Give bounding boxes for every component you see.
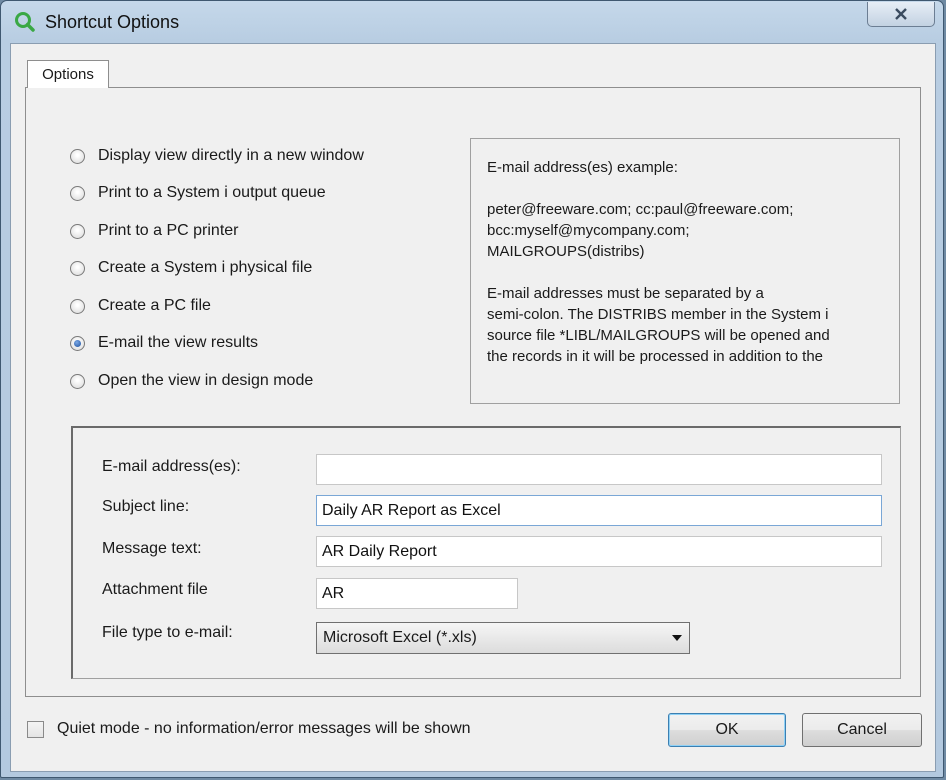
tab-options[interactable]: Options (27, 60, 109, 88)
title-bar[interactable]: Shortcut Options (1, 1, 943, 43)
search-icon (15, 12, 35, 32)
attachment-label: Attachment file (102, 581, 208, 598)
option-create-physical-file[interactable]: Create a System i physical file (70, 257, 312, 279)
help-heading: E-mail address(es) example: (487, 159, 678, 176)
option-email-results[interactable]: E-mail the view results (70, 332, 258, 354)
option-design-mode[interactable]: Open the view in design mode (70, 370, 313, 392)
email-address-label: E-mail address(es): (102, 458, 241, 475)
close-button[interactable] (867, 2, 935, 27)
email-help-box: E-mail address(es) example: peter@freewa… (470, 138, 900, 404)
subject-input[interactable] (316, 495, 882, 526)
radio-button[interactable] (70, 223, 85, 239)
cancel-button[interactable]: Cancel (802, 713, 922, 747)
message-label: Message text: (102, 540, 202, 557)
option-label: Create a PC file (98, 297, 211, 314)
email-settings-group: E-mail address(es): Subject line: Messag… (71, 426, 901, 679)
option-label: Create a System i physical file (98, 259, 313, 276)
radio-button-selected[interactable] (70, 335, 85, 351)
ok-button[interactable]: OK (668, 713, 786, 747)
dialog-client: Options Display view directly in a new w… (10, 43, 936, 772)
option-label: Print to a System i output queue (98, 184, 326, 201)
file-type-label: File type to e-mail: (102, 624, 233, 641)
radio-button[interactable] (70, 148, 85, 164)
option-display-view[interactable]: Display view directly in a new window (70, 145, 364, 167)
radio-button[interactable] (70, 185, 85, 201)
option-label: Open the view in design mode (98, 372, 314, 389)
chevron-down-icon[interactable] (672, 635, 682, 641)
quiet-mode-label: Quiet mode - no information/error messag… (57, 720, 471, 737)
quiet-mode-option[interactable]: Quiet mode - no information/error messag… (27, 720, 471, 738)
options-panel: Display view directly in a new window Pr… (25, 87, 921, 697)
option-print-pc-printer[interactable]: Print to a PC printer (70, 220, 239, 242)
option-label: Print to a PC printer (98, 222, 239, 239)
option-label: Display view directly in a new window (98, 147, 364, 164)
help-example: peter@freeware.com; cc:paul@freeware.com… (487, 201, 794, 260)
file-type-select[interactable]: Microsoft Excel (*.xls) (316, 622, 690, 654)
subject-label: Subject line: (102, 498, 190, 515)
radio-button[interactable] (70, 373, 85, 389)
file-type-value: Microsoft Excel (*.xls) (323, 629, 477, 646)
window-title: Shortcut Options (45, 12, 180, 32)
email-address-input[interactable] (316, 454, 882, 485)
quiet-mode-checkbox[interactable] (27, 720, 44, 738)
option-print-output-queue[interactable]: Print to a System i output queue (70, 182, 326, 204)
help-note: E-mail addresses must be separated by a … (487, 285, 830, 365)
message-input[interactable] (316, 536, 882, 567)
attachment-input[interactable] (316, 578, 518, 609)
option-label: E-mail the view results (98, 334, 259, 351)
radio-button[interactable] (70, 298, 85, 314)
close-icon (895, 8, 907, 20)
option-create-pc-file[interactable]: Create a PC file (70, 295, 211, 317)
dialog-window: Shortcut Options Options Display view di… (0, 0, 944, 778)
radio-button[interactable] (70, 260, 85, 276)
